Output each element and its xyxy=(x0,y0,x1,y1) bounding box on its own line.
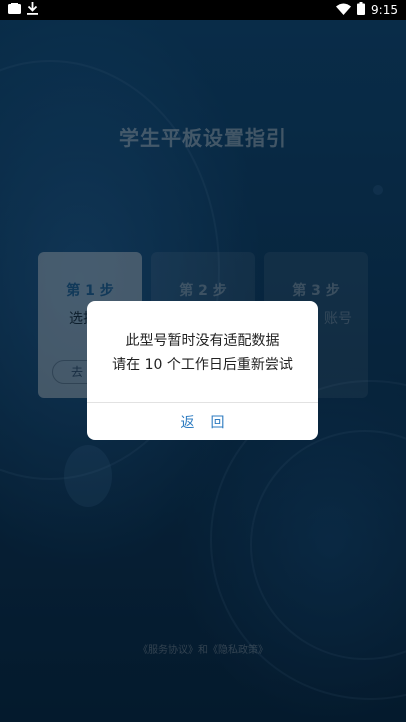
download-icon xyxy=(27,2,38,18)
status-time: 9:15 xyxy=(371,3,398,17)
status-bar-left xyxy=(8,2,38,18)
return-button[interactable]: 返回 xyxy=(87,403,318,440)
dialog-message: 此型号暂时没有适配数据 请在 10 个工作日后重新尝试 xyxy=(87,329,318,377)
notification-icon xyxy=(8,3,21,17)
alert-dialog: 此型号暂时没有适配数据 请在 10 个工作日后重新尝试 返回 xyxy=(87,301,318,440)
dialog-message-line: 此型号暂时没有适配数据 xyxy=(125,333,280,349)
status-bar: 9:15 xyxy=(0,0,406,20)
dialog-message-line: 请在 10 个工作日后重新尝试 xyxy=(112,357,293,373)
wifi-icon xyxy=(336,3,352,18)
status-bar-right: 9:15 xyxy=(336,2,398,18)
battery-icon xyxy=(357,2,366,18)
